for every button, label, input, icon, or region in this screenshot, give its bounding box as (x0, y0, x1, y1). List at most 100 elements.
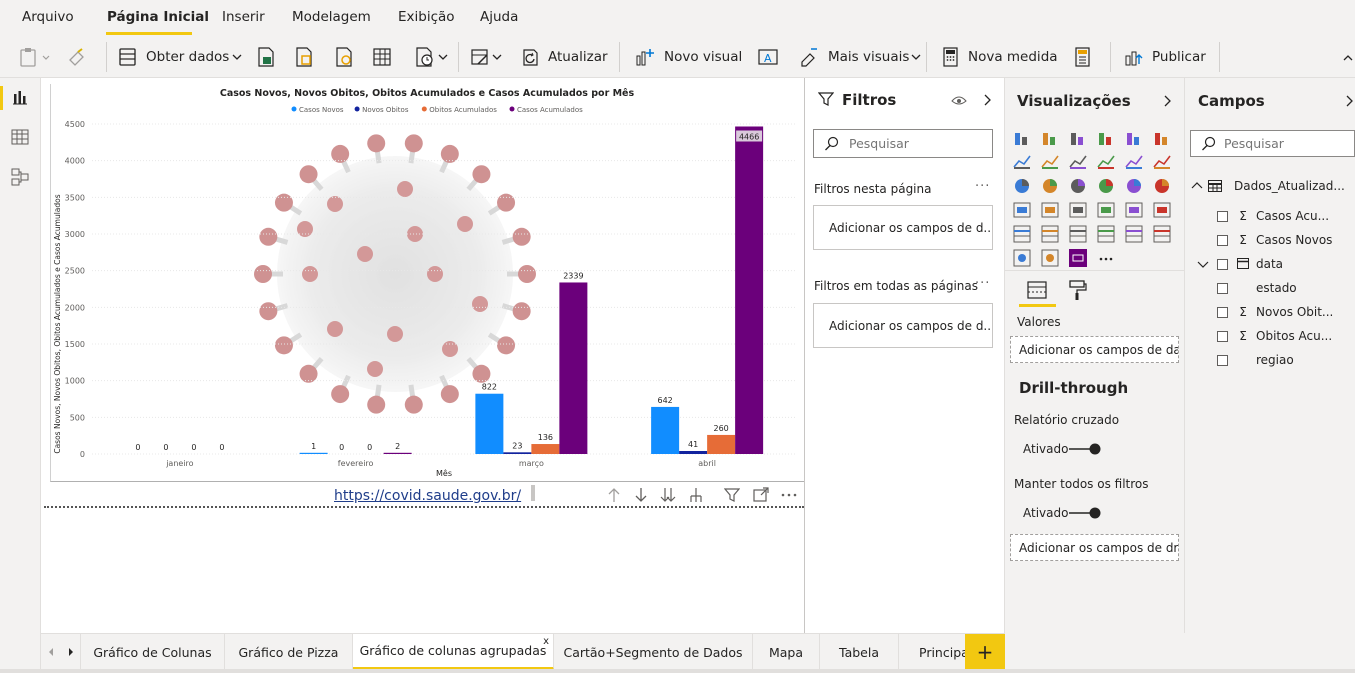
fields-well-icon[interactable] (1026, 279, 1048, 301)
page-tab-graficos-colunas[interactable]: Gráfico de Colunas (81, 634, 225, 670)
chevron-right-icon[interactable] (1163, 94, 1173, 108)
100-bar-icon[interactable] (1125, 129, 1145, 149)
field-checkbox[interactable] (1217, 306, 1228, 318)
more-visuals-button[interactable]: Mais visuais (798, 45, 923, 69)
menu-tab-modelagem[interactable]: Modelagem (292, 9, 371, 25)
clustered-bar-icon[interactable] (1069, 129, 1089, 149)
line-chart-icon[interactable] (1013, 153, 1033, 173)
key-influencers-icon[interactable] (1153, 225, 1173, 245)
scatter-icon[interactable] (1069, 177, 1089, 197)
transform-data-button[interactable] (470, 45, 504, 69)
drill-down-icon[interactable] (632, 486, 650, 504)
add-page-button[interactable]: + (965, 634, 1005, 670)
stacked-column-icon[interactable] (1041, 129, 1061, 149)
page-tab-colunas-agrupadas[interactable]: Gráfico de colunas agrupadas x (353, 634, 554, 670)
dataset-button[interactable] (294, 45, 314, 69)
chevron-right-icon[interactable] (983, 93, 993, 107)
table-node[interactable]: Dados_Atualizad... (1191, 175, 1345, 197)
card-icon[interactable] (1097, 201, 1117, 221)
field-item[interactable]: estado (1217, 277, 1297, 299)
100-column-icon[interactable] (1153, 129, 1173, 149)
get-data-button[interactable]: Obter dados (118, 45, 245, 69)
refresh-button[interactable]: Atualizar (520, 45, 608, 69)
clustered-column-chart[interactable]: Casos Novos, Novos Obitos, Obitos Acumul… (50, 84, 804, 482)
slicer-icon[interactable] (1013, 225, 1033, 245)
more-options-icon[interactable]: ··· (975, 179, 990, 194)
report-view-button[interactable] (9, 86, 31, 108)
expand-hierarchy-icon[interactable] (687, 486, 705, 504)
data-view-button[interactable] (9, 126, 31, 148)
expand-next-level-icon[interactable] (659, 486, 677, 504)
keep-filters-toggle[interactable] (1068, 506, 1102, 520)
page-tab-mapa[interactable]: Mapa (753, 634, 820, 670)
field-checkbox[interactable] (1217, 210, 1228, 222)
close-page-icon[interactable]: x (543, 636, 549, 647)
field-item[interactable]: Σ Obitos Acu... (1217, 325, 1332, 347)
recent-sources-button[interactable] (414, 45, 450, 69)
more-options-icon[interactable]: ··· (975, 276, 990, 291)
field-item[interactable]: data (1197, 253, 1283, 275)
field-checkbox[interactable] (1217, 330, 1228, 342)
field-item[interactable]: Σ Novos Obit... (1217, 301, 1333, 323)
waterfall-icon[interactable] (1013, 177, 1033, 197)
fields-search-input[interactable] (1224, 136, 1344, 151)
filters-all-pages-dropzone[interactable]: Adicionar os campos de d... (813, 303, 993, 348)
dataflow-button[interactable] (334, 45, 354, 69)
paste-button[interactable] (18, 45, 52, 69)
field-item[interactable]: regiao (1217, 349, 1294, 371)
field-item[interactable]: Σ Casos Novos (1217, 229, 1332, 251)
menu-tab-exibicao[interactable]: Exibição (398, 9, 455, 25)
field-checkbox[interactable] (1217, 258, 1228, 270)
field-checkbox[interactable] (1217, 354, 1228, 366)
drill-up-icon[interactable] (605, 486, 623, 504)
values-dropzone[interactable]: Adicionar os campos de da... (1010, 336, 1179, 363)
clustered-column-icon[interactable] (1097, 129, 1117, 149)
enter-data-button[interactable] (372, 45, 392, 69)
line-column-icon[interactable] (1097, 153, 1117, 173)
ribbon-chart-icon[interactable] (1153, 153, 1173, 173)
filters-search[interactable] (813, 129, 993, 158)
page-tab-tabela[interactable]: Tabela (820, 634, 899, 670)
map-icon[interactable] (1013, 201, 1033, 221)
menu-tab-pagina-inicial[interactable]: Página Inicial (107, 9, 209, 25)
chevron-right-icon[interactable] (1345, 94, 1355, 108)
publish-button[interactable]: Publicar (1124, 45, 1206, 69)
page-tab-principal[interactable]: Principal (899, 634, 965, 670)
format-painter-button[interactable] (66, 45, 88, 69)
custom-visual-icon[interactable] (1069, 249, 1089, 269)
more-visuals-icon[interactable] (1097, 249, 1117, 269)
excel-button[interactable] (256, 45, 276, 69)
menu-tab-arquivo[interactable]: Arquivo (22, 9, 74, 25)
gauge-icon[interactable] (1069, 201, 1089, 221)
menu-tab-ajuda[interactable]: Ajuda (480, 9, 518, 25)
pie-chart-icon[interactable] (1097, 177, 1117, 197)
line-clustered-column-icon[interactable] (1125, 153, 1145, 173)
text-box-button[interactable]: A (757, 45, 779, 69)
new-measure-button[interactable]: Nova medida (940, 45, 1058, 69)
fields-search[interactable] (1190, 130, 1355, 157)
drillthrough-dropzone[interactable]: Adicionar os campos de dr... (1010, 534, 1179, 561)
model-view-button[interactable] (9, 166, 31, 188)
decomposition-tree-icon[interactable] (1013, 249, 1033, 269)
donut-chart-icon[interactable] (1125, 177, 1145, 197)
page-tab-grafico-pizza[interactable]: Gráfico de Pizza (225, 634, 353, 670)
scroll-right-button[interactable] (61, 634, 81, 670)
filters-search-input[interactable] (849, 136, 989, 151)
filters-this-page-dropzone[interactable]: Adicionar os campos de d... (813, 205, 993, 250)
filled-map-icon[interactable] (1041, 201, 1061, 221)
field-item[interactable]: Σ Casos Acu... (1217, 205, 1329, 227)
stacked-area-icon[interactable] (1069, 153, 1089, 173)
chevron-down-icon[interactable] (1197, 258, 1209, 270)
collapse-ribbon-button[interactable] (1342, 45, 1354, 69)
focus-mode-icon[interactable] (752, 486, 770, 504)
field-checkbox[interactable] (1217, 234, 1228, 246)
source-link[interactable]: https://covid.saude.gov.br/ (334, 488, 521, 504)
quick-measure-button[interactable] (1072, 45, 1094, 69)
eye-icon[interactable] (951, 93, 967, 107)
treemap-icon[interactable] (1153, 177, 1173, 197)
funnel-icon[interactable] (1041, 177, 1061, 197)
kpi-icon[interactable] (1153, 201, 1173, 221)
arcgis-map-icon[interactable] (1041, 249, 1061, 269)
stacked-bar-icon[interactable] (1013, 129, 1033, 149)
python-visual-icon[interactable] (1125, 225, 1145, 245)
